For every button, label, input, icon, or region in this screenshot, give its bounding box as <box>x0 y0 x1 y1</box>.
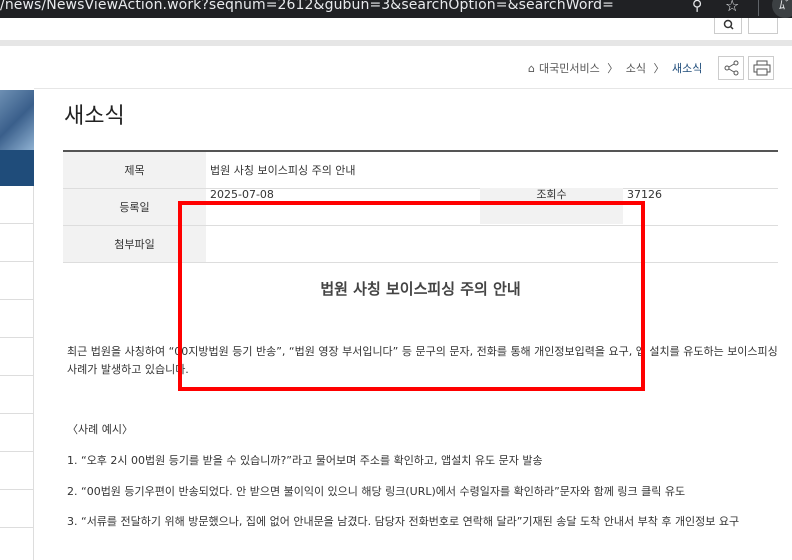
breadcrumb-separator: 〉 <box>653 62 665 75</box>
bookmark-star-icon[interactable]: ☆ <box>725 0 743 15</box>
breadcrumb-current: 새소식 <box>671 62 703 75</box>
share-icon <box>724 60 739 76</box>
left-sidebar <box>0 90 34 560</box>
browser-address-bar[interactable]: /news/NewsViewAction.work?seqnum=2612&gu… <box>0 0 792 18</box>
site-header-strip <box>0 18 792 46</box>
print-icon <box>753 60 771 76</box>
search-icon <box>723 19 734 30</box>
examples-heading: 〈사례 예시〉 <box>67 423 133 436</box>
sidebar-item[interactable] <box>0 490 34 528</box>
table-row: 제목 법원 사칭 보이스피싱 주의 안내 <box>63 152 778 189</box>
header-search-button[interactable] <box>714 18 742 34</box>
sidebar-item[interactable] <box>0 262 34 300</box>
sidebar-item[interactable] <box>0 224 34 262</box>
toolbar-divider <box>758 0 759 16</box>
breadcrumb: ⌂ 대국민서비스 〉 소식 〉 새소식 <box>528 60 706 76</box>
profile-icon[interactable]: ﾑﾞ <box>772 0 792 18</box>
views-value: 37126 <box>627 188 662 201</box>
sidebar-item[interactable] <box>0 186 34 224</box>
print-button[interactable] <box>748 56 774 80</box>
home-icon[interactable]: ⌂ <box>528 62 535 75</box>
sidebar-item[interactable] <box>0 414 34 452</box>
breadcrumb-level1[interactable]: 소식 <box>626 62 646 75</box>
url-text[interactable]: /news/NewsViewAction.work?seqnum=2612&gu… <box>0 0 614 13</box>
sidebar-item[interactable] <box>0 300 34 338</box>
sidebar-banner <box>0 90 34 150</box>
title-value: 법원 사칭 보이스피싱 주의 안내 <box>210 164 356 177</box>
highlight-annotation-box <box>178 201 645 391</box>
title-label: 제목 <box>63 152 206 188</box>
zoom-icon[interactable]: ⚲ <box>692 0 710 16</box>
sidebar-item-active[interactable] <box>0 150 34 186</box>
sidebar-item[interactable] <box>0 338 34 376</box>
share-button[interactable] <box>718 56 744 80</box>
sidebar-item[interactable] <box>0 452 34 490</box>
example-item: 1. “오후 2시 00법원 등기를 받을 수 있습니까?”라고 물어보며 주소… <box>67 454 543 467</box>
breadcrumb-home[interactable]: 대국민서비스 <box>539 62 600 75</box>
breadcrumb-separator: 〉 <box>607 62 619 75</box>
divider <box>34 88 792 89</box>
sidebar-item[interactable] <box>0 376 34 414</box>
example-item: 3. “서류를 전달하기 위해 방문했으나, 집에 없어 안내문을 남겼다. 담… <box>67 515 740 528</box>
page-title: 새소식 <box>64 104 125 129</box>
example-item: 2. “00법원 등기우편이 반송되었다. 안 받으면 불이익이 있으니 해당 … <box>67 485 686 498</box>
header-menu-button[interactable] <box>748 18 778 34</box>
